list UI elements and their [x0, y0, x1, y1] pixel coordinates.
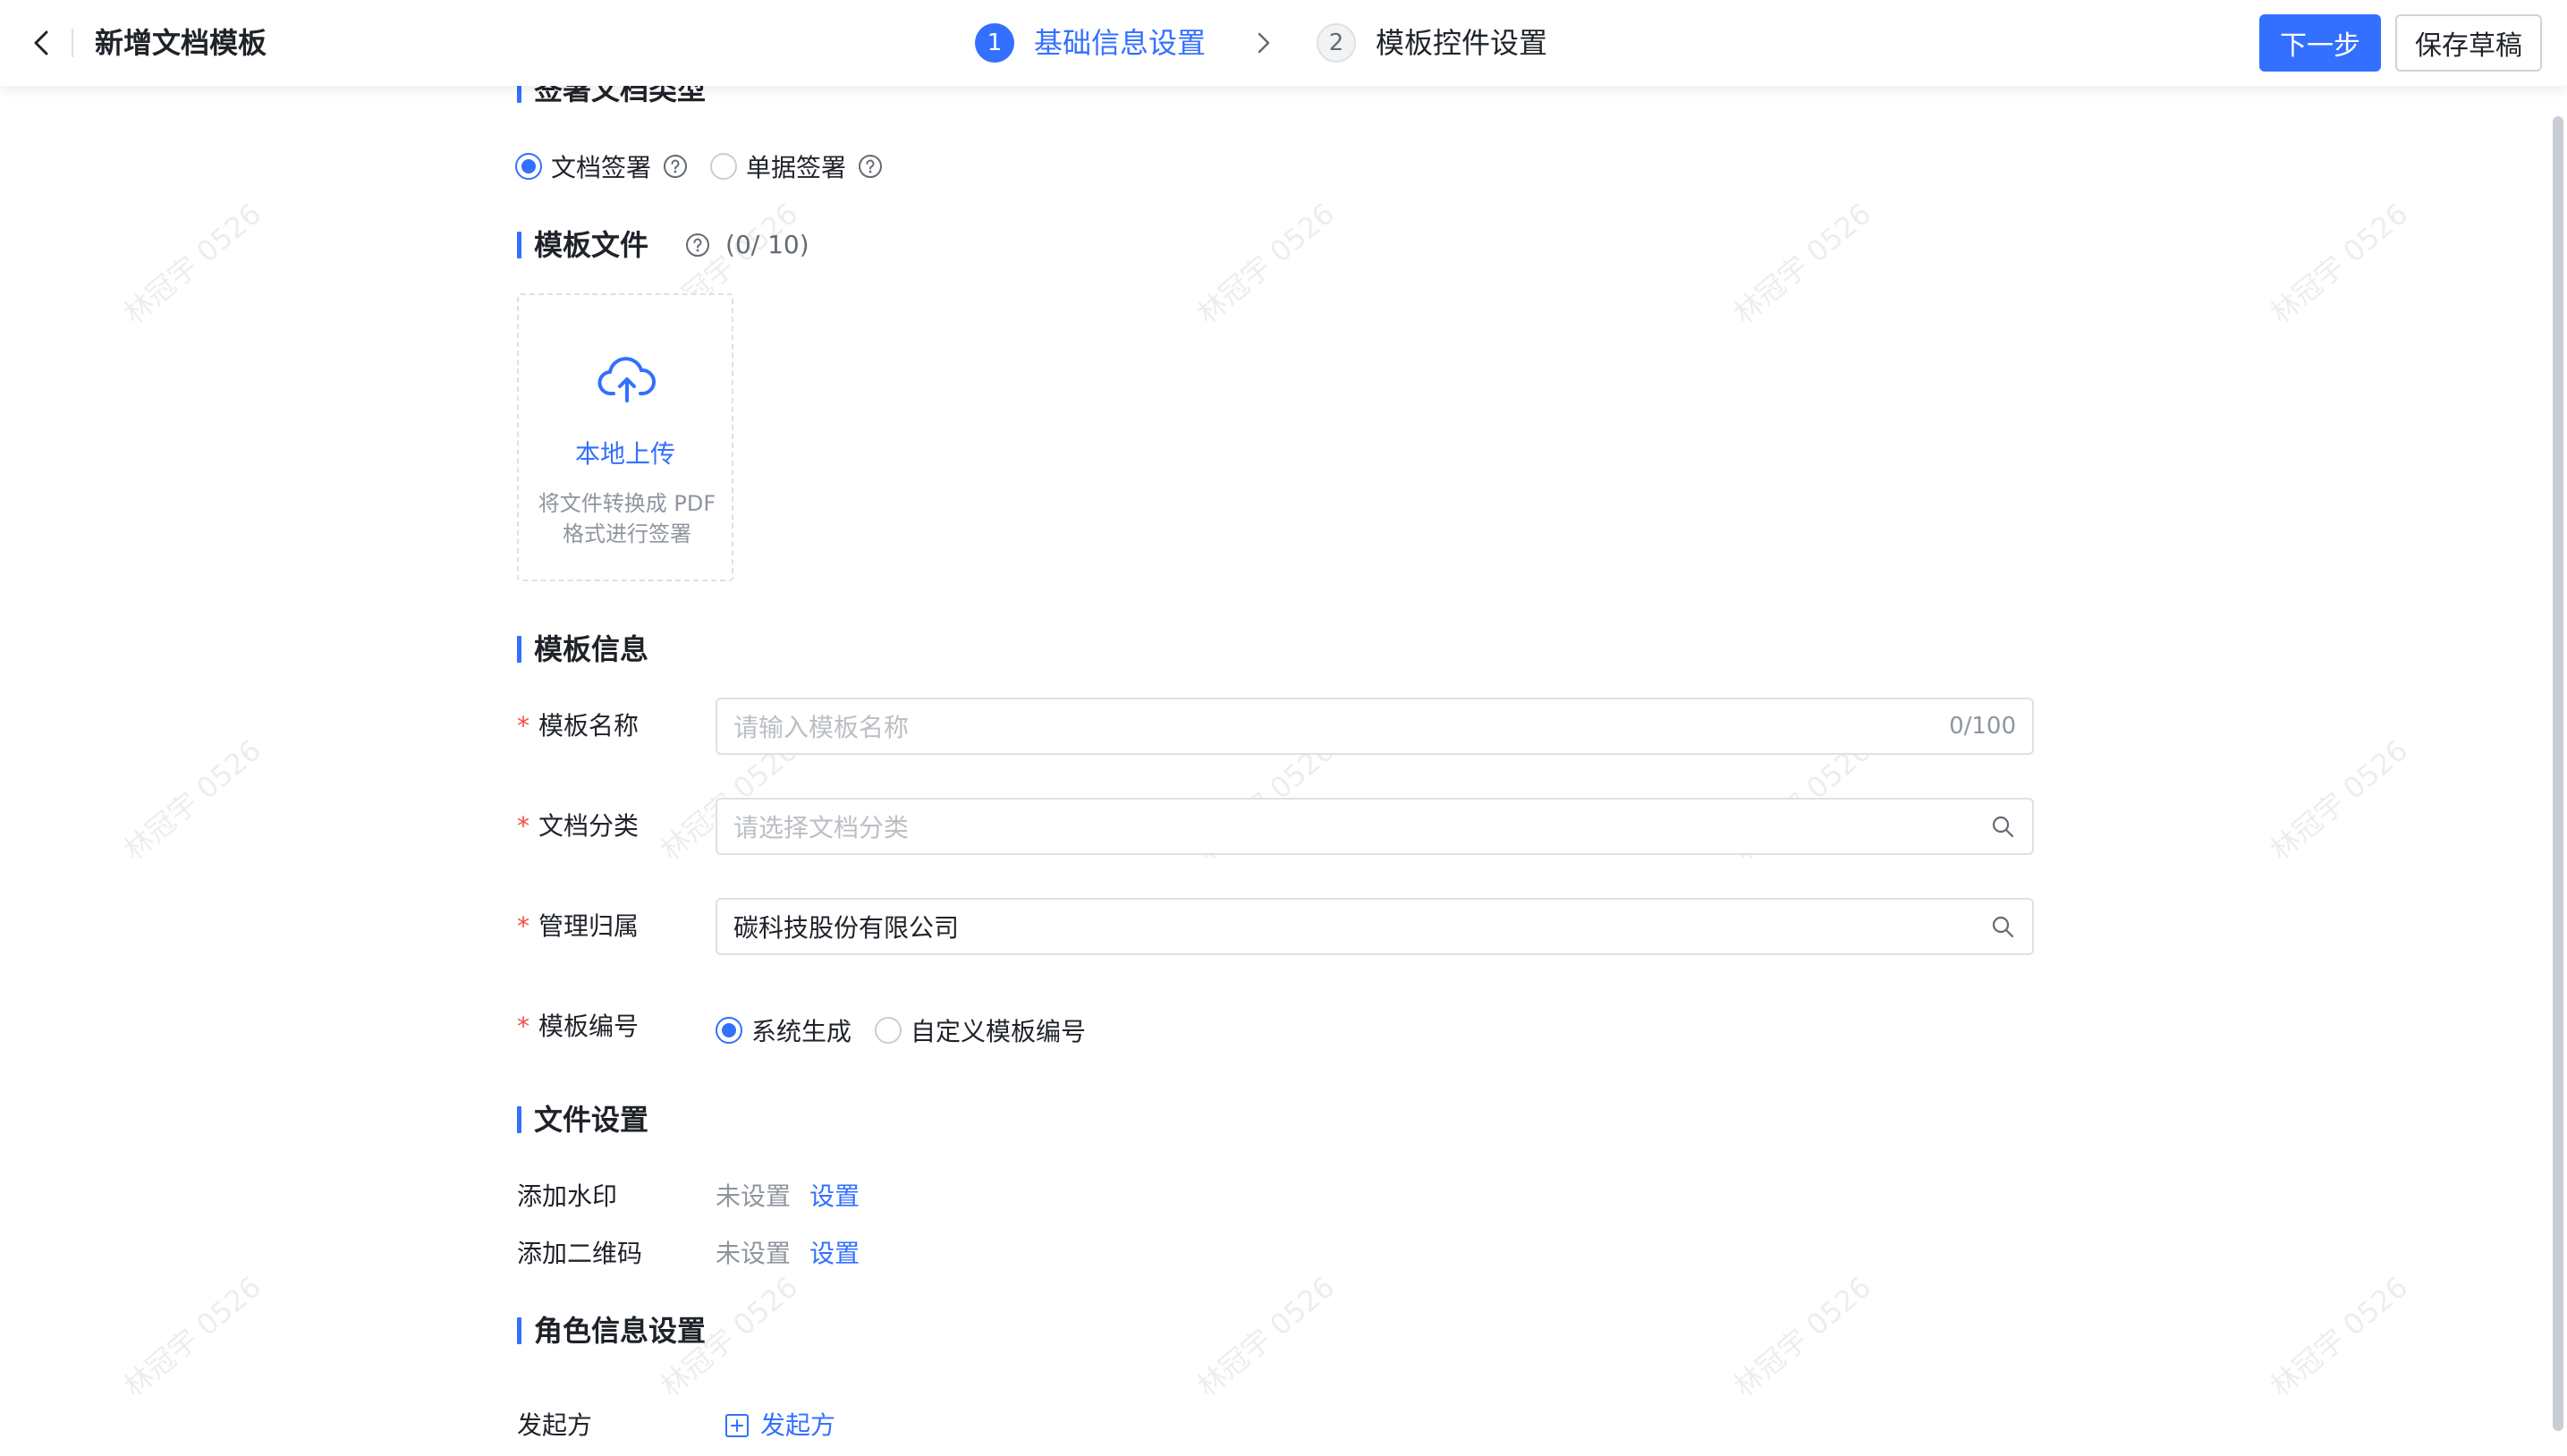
step-number: 1	[975, 23, 1014, 63]
doc-category-select[interactable]: 请选择文档分类	[716, 798, 2034, 855]
owner-select[interactable]: 碳科技股份有限公司	[716, 898, 2034, 955]
label-text: 模板编号	[538, 1012, 640, 1041]
next-step-button[interactable]: 下一步	[2259, 14, 2381, 72]
upload-title: 本地上传	[574, 439, 675, 469]
owner-label: * 管理归属	[517, 909, 639, 944]
section-title-text: 模板信息	[534, 632, 649, 666]
radio-system-generate[interactable]: 系统生成	[716, 1012, 851, 1048]
header-divider	[72, 29, 73, 57]
section-accent-bar	[517, 1106, 521, 1133]
cloud-upload-icon	[597, 357, 656, 402]
input-value: 碳科技股份有限公司	[733, 913, 960, 943]
radio-receipt-sign[interactable]: 单据签署	[710, 148, 884, 184]
section-title-text: 模板文件	[534, 228, 649, 262]
template-number-radio-group: 系统生成 自定义模板编号	[716, 1012, 1086, 1048]
section-accent-bar	[517, 636, 521, 663]
radio-unchecked-icon	[875, 1017, 902, 1044]
help-icon[interactable]	[662, 153, 689, 180]
sign-type-radio-group: 文档签署 单据签署	[515, 148, 884, 184]
section-accent-bar	[517, 232, 521, 258]
radio-document-sign[interactable]: 文档签署	[515, 148, 689, 184]
file-count: (0/ 10)	[725, 230, 809, 259]
section-title-text: 文件设置	[534, 1103, 649, 1137]
step-indicator: 1 基础信息设置 2 模板控件设置	[975, 21, 1547, 64]
radio-label: 文档签署	[551, 153, 652, 182]
step-label: 模板控件设置	[1376, 26, 1548, 60]
page-title: 新增文档模板	[95, 26, 267, 60]
watermark-setting-row: 未设置 设置	[716, 1179, 860, 1218]
initiator-label: 发起方	[517, 1410, 593, 1440]
required-mark: *	[517, 1012, 529, 1041]
help-icon[interactable]	[684, 232, 711, 258]
section-accent-bar	[517, 1317, 521, 1344]
radio-label: 单据签署	[746, 153, 847, 182]
set-watermark-link[interactable]: 设置	[809, 1181, 860, 1211]
label-text: 模板名称	[538, 711, 640, 741]
help-icon[interactable]	[857, 153, 884, 180]
required-mark: *	[517, 811, 529, 841]
set-qrcode-link[interactable]: 设置	[809, 1239, 860, 1268]
section-title-template-file: 模板文件 (0/ 10)	[517, 225, 809, 265]
char-counter: 0/100	[1949, 713, 2016, 740]
radio-checked-icon	[716, 1017, 742, 1044]
section-title-file-settings: 文件设置	[517, 1100, 648, 1139]
add-watermark-label: 添加水印	[517, 1181, 618, 1211]
template-name-label: * 模板名称	[517, 708, 639, 744]
required-mark: *	[517, 711, 529, 741]
section-title-role-settings: 角色信息设置	[517, 1311, 706, 1350]
add-initiator-label: 发起方	[760, 1410, 836, 1440]
template-name-input[interactable]: 请输入模板名称 0/100	[716, 698, 2034, 755]
input-placeholder: 请输入模板名称	[733, 713, 910, 742]
step-basic-info[interactable]: 1 基础信息设置	[975, 23, 1206, 63]
template-number-label: * 模板编号	[517, 1009, 639, 1045]
radio-label: 系统生成	[751, 1017, 852, 1046]
doc-category-label: * 文档分类	[517, 808, 639, 844]
save-draft-button[interactable]: 保存草稿	[2395, 14, 2542, 72]
add-qrcode-label: 添加二维码	[517, 1239, 643, 1268]
qrcode-setting-row: 未设置 设置	[716, 1236, 860, 1275]
local-upload-area[interactable]: 本地上传 将文件转换成 PDF 格式进行签署	[517, 293, 733, 581]
input-placeholder: 请选择文档分类	[733, 813, 910, 842]
step-template-controls[interactable]: 2 模板控件设置	[1317, 23, 1547, 63]
chevron-right-icon	[1258, 32, 1270, 54]
section-title-template-info: 模板信息	[517, 630, 648, 669]
form-content: 签署文档类型 文档签署 单据签署 模板文件 (0/ 10) 本地上传 将文件转换…	[0, 0, 2567, 1456]
radio-checked-icon	[515, 153, 542, 180]
required-mark: *	[517, 911, 529, 941]
step-number: 2	[1317, 23, 1357, 63]
upload-description: 将文件转换成 PDF 格式进行签署	[538, 491, 716, 546]
radio-unchecked-icon	[710, 153, 738, 180]
search-icon[interactable]	[1989, 813, 2016, 840]
qrcode-status: 未设置	[716, 1239, 792, 1268]
top-header: 新增文档模板 1 基础信息设置 2 模板控件设置 下一步 保存草稿	[0, 0, 2567, 86]
watermark-status: 未设置	[716, 1181, 792, 1211]
add-initiator-button[interactable]: 发起方	[724, 1408, 835, 1443]
search-icon[interactable]	[1989, 913, 2016, 940]
label-text: 管理归属	[538, 911, 640, 941]
step-label: 基础信息设置	[1034, 26, 1207, 60]
label-text: 文档分类	[538, 811, 640, 841]
radio-custom-number[interactable]: 自定义模板编号	[875, 1012, 1086, 1048]
radio-label: 自定义模板编号	[911, 1017, 1087, 1046]
add-square-icon	[725, 1414, 749, 1437]
back-icon[interactable]	[21, 21, 64, 64]
section-title-text: 角色信息设置	[534, 1314, 707, 1348]
